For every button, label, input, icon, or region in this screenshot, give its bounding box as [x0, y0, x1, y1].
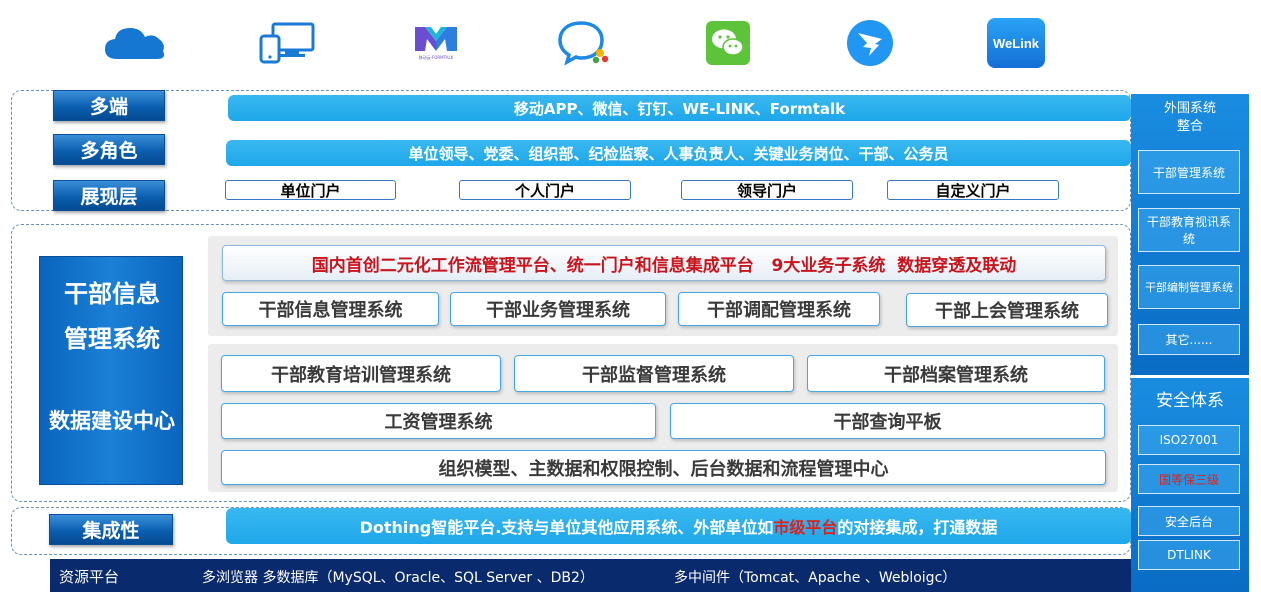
security-dtlink[interactable]: DTLINK: [1138, 540, 1240, 570]
welink-icon: WeLink: [986, 18, 1046, 68]
resource-browsers-db: 多浏览器 多数据库（MySQL、Oracle、SQL Server 、DB2）: [202, 570, 594, 586]
resource-platform-bar: 资源平台 多浏览器 多数据库（MySQL、Oracle、SQL Server 、…: [50, 559, 1131, 592]
integration-text-before: Dothing智能平台.支持与单位其他应用系统、外部单位如: [359, 518, 774, 537]
core-title-line2: 管理系统: [64, 325, 160, 353]
system-cadre-business[interactable]: 干部业务管理系统: [450, 292, 666, 326]
system-cadre-query[interactable]: 干部查询平板: [670, 403, 1105, 439]
system-cadre-supervision[interactable]: 干部监督管理系统: [514, 355, 794, 392]
system-cadre-transfer[interactable]: 干部调配管理系统: [678, 292, 880, 326]
wechat-icon: [703, 18, 753, 68]
security-title: 安全体系: [1156, 391, 1224, 411]
core-title-line1: 干部信息: [64, 280, 160, 308]
security-level-protection[interactable]: 国等保三级: [1138, 464, 1240, 494]
label-multi-role: 多角色: [53, 134, 165, 165]
platform-banner: 国内首创二元化工作流管理平台、统一门户和信息集成平台 9大业务子系统 数据穿透及…: [222, 245, 1106, 281]
peripheral-title: 外围系统 整合: [1163, 101, 1216, 134]
system-cadre-info[interactable]: 干部信息管理系统: [222, 292, 439, 326]
portal-unit[interactable]: 单位门户: [225, 180, 396, 200]
formtalk-logo-icon: 移动云·FORMTALK: [408, 18, 464, 68]
cloud-icon: [102, 18, 168, 68]
portal-leader[interactable]: 领导门户: [681, 180, 853, 200]
core-title-line3: 数据建设中心: [49, 409, 175, 433]
resource-label: 资源平台: [59, 568, 120, 586]
chat-bubble-icon: [556, 18, 612, 68]
security-backend[interactable]: 安全后台: [1138, 506, 1240, 536]
system-salary[interactable]: 工资管理系统: [221, 403, 656, 439]
label-multi-terminal: 多端: [53, 90, 165, 121]
terminal-bar: 移动APP、微信、钉钉、WE-LINK、Formtalk: [228, 95, 1131, 121]
system-data-center[interactable]: 组织模型、主数据和权限控制、后台数据和流程管理中心: [221, 450, 1106, 485]
system-cadre-archive[interactable]: 干部档案管理系统: [807, 355, 1105, 392]
role-bar: 单位领导、党委、组织部、纪检监察、人事负责人、关键业务岗位、干部、公务员: [226, 140, 1131, 166]
label-presentation-layer: 展现层: [53, 180, 165, 211]
portal-custom[interactable]: 自定义门户: [887, 180, 1059, 200]
peripheral-others[interactable]: 其它......: [1138, 324, 1240, 355]
devices-icon: [258, 18, 318, 68]
security-iso27001[interactable]: ISO27001: [1138, 425, 1240, 455]
integration-text-after: 的对接集成，打通数据: [837, 518, 998, 537]
peripheral-cadre-management[interactable]: 干部管理系统: [1138, 150, 1240, 194]
dingtalk-icon: [842, 18, 898, 68]
integration-bar: Dothing智能平台.支持与单位其他应用系统、外部单位如 市级平台 的对接集成，打…: [226, 508, 1131, 544]
resource-middleware: 多中间件（Tomcat、Apache 、Webloigc）: [674, 570, 957, 586]
peripheral-cadre-staffing[interactable]: 干部编制管理系统: [1138, 265, 1240, 309]
welink-icon-label: WeLink: [987, 18, 1045, 68]
label-integration: 集成性: [49, 514, 173, 545]
integration-text-highlight: 市级平台: [773, 518, 838, 537]
system-cadre-training[interactable]: 干部教育培训管理系统: [221, 355, 501, 392]
system-cadre-meeting[interactable]: 干部上会管理系统: [906, 293, 1108, 327]
core-title-panel: 干部信息 管理系统 数据建设中心: [39, 256, 183, 485]
portal-personal[interactable]: 个人门户: [459, 180, 631, 200]
formtalk-logo-text: 移动云·FORMTALK: [418, 55, 454, 60]
peripheral-cadre-video-education[interactable]: 干部教育视讯系统: [1138, 208, 1240, 252]
